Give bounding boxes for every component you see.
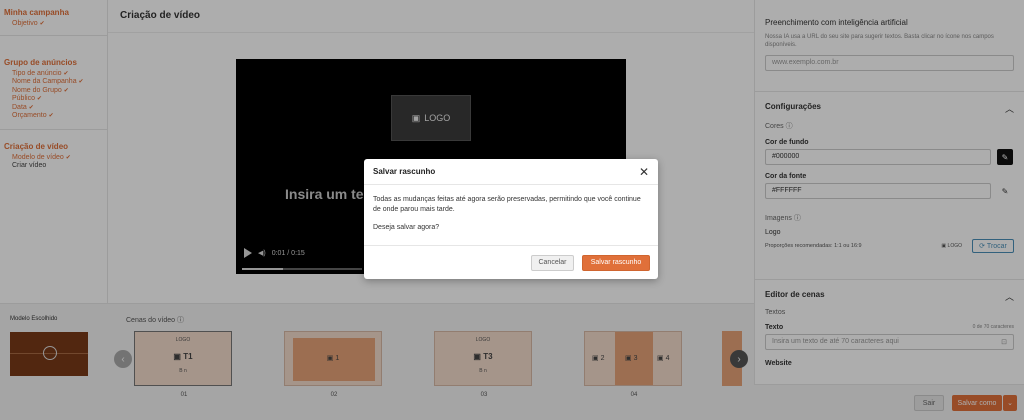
cancel-button[interactable]: Cancelar	[531, 254, 574, 271]
modal-message: Todas as mudanças feitas até agora serão…	[373, 196, 641, 213]
modal-title: Salvar rascunho	[373, 167, 436, 176]
modal-footer: Cancelar Salvar rascunho	[364, 245, 658, 279]
modal-header: Salvar rascunho ✕	[364, 159, 658, 185]
save-draft-modal: Salvar rascunho ✕ Todas as mudanças feit…	[364, 159, 658, 279]
app: Minha campanha Objetivo ✔ Grupo de anúnc…	[0, 0, 1024, 420]
close-icon[interactable]: ✕	[639, 165, 649, 179]
modal-question: Deseja salvar agora?	[373, 224, 440, 231]
save-draft-button[interactable]: Salvar rascunho	[582, 254, 650, 271]
modal-body: Todas as mudanças feitas até agora serão…	[364, 185, 658, 245]
